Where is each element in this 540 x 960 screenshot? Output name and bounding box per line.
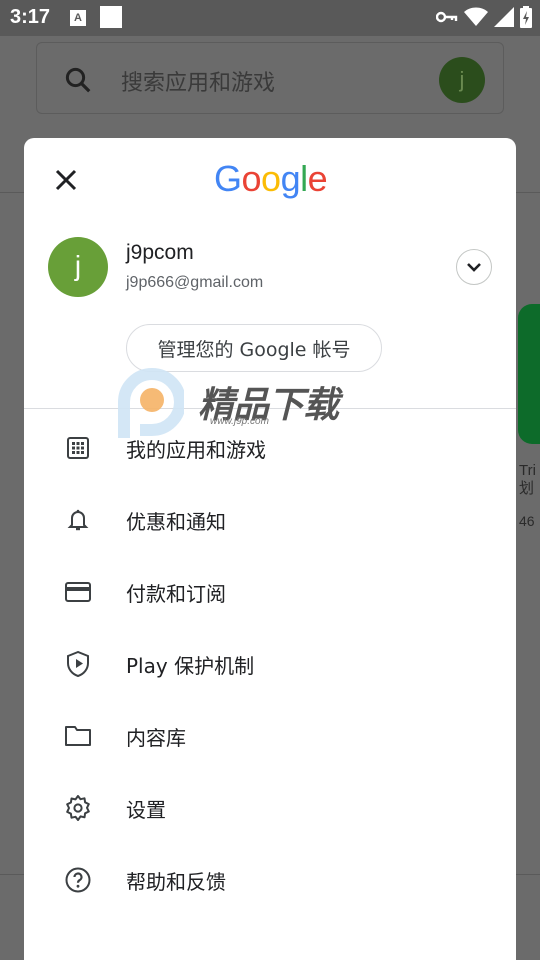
menu-item-label: 设置 [126, 798, 166, 822]
menu-item-label: 优惠和通知 [126, 510, 226, 534]
background-app-card [518, 304, 540, 444]
logo-letter: g [280, 158, 301, 199]
status-bar: 3:17 A [0, 0, 540, 36]
menu-item-offers[interactable]: 优惠和通知 [24, 482, 516, 554]
watermark: 精品下载 www.j9p.com [118, 368, 348, 448]
apps-grid-icon [64, 434, 92, 462]
vpn-key-icon [436, 11, 458, 23]
background-search-bar: 搜索应用和游戏 j [36, 42, 504, 114]
notification-a-icon: A [70, 10, 86, 26]
play-protect-shield-icon [64, 650, 92, 678]
google-logo: Google [214, 158, 328, 200]
account-avatar: j [48, 237, 108, 297]
credit-card-icon [64, 578, 92, 606]
account-name: j9pcom [126, 241, 194, 264]
folder-icon [64, 722, 92, 750]
menu-item-payments[interactable]: 付款和订阅 [24, 554, 516, 626]
logo-letter: o [241, 158, 262, 199]
account-expand-button[interactable] [456, 249, 492, 285]
watermark-logo-icon [118, 368, 184, 438]
logo-letter: o [261, 158, 281, 199]
status-icons [436, 6, 532, 28]
close-button[interactable] [50, 164, 82, 196]
background-avatar: j [439, 57, 485, 103]
menu-item-label: Play 保护机制 [126, 654, 255, 678]
background-search-placeholder: 搜索应用和游戏 [121, 71, 276, 96]
gear-icon [64, 794, 92, 822]
search-icon [65, 67, 91, 93]
close-icon [55, 169, 77, 191]
menu-item-play-protect[interactable]: Play 保护机制 [24, 626, 516, 698]
help-icon [64, 866, 92, 894]
menu-item-help[interactable]: 帮助和反馈 [24, 842, 516, 914]
background-side-text: Tri 划 [519, 462, 536, 497]
status-time: 3:17 [10, 6, 51, 28]
signal-icon [494, 7, 514, 27]
wifi-icon [464, 7, 488, 26]
menu-item-settings[interactable]: 设置 [24, 770, 516, 842]
battery-charging-icon [520, 6, 532, 28]
notification-square-icon [100, 6, 122, 28]
logo-letter: G [214, 158, 242, 199]
logo-letter: e [307, 158, 328, 199]
bell-icon [64, 506, 92, 534]
chevron-down-icon [467, 263, 481, 272]
menu-item-label: 内容库 [126, 726, 186, 750]
manage-account-button[interactable]: 管理您的 Google 帐号 [126, 324, 382, 372]
watermark-url: www.j9p.com [210, 416, 269, 427]
background-side-number: 46 [519, 513, 535, 529]
menu-item-label: 帮助和反馈 [126, 870, 226, 894]
menu-item-library[interactable]: 内容库 [24, 698, 516, 770]
account-dialog: Google j j9pcom j9p666@gmail.com 管理您的 Go… [24, 138, 516, 960]
logo-letter: l [300, 158, 308, 199]
account-email: j9p666@gmail.com [126, 274, 264, 291]
menu-item-label: 付款和订阅 [126, 582, 226, 606]
